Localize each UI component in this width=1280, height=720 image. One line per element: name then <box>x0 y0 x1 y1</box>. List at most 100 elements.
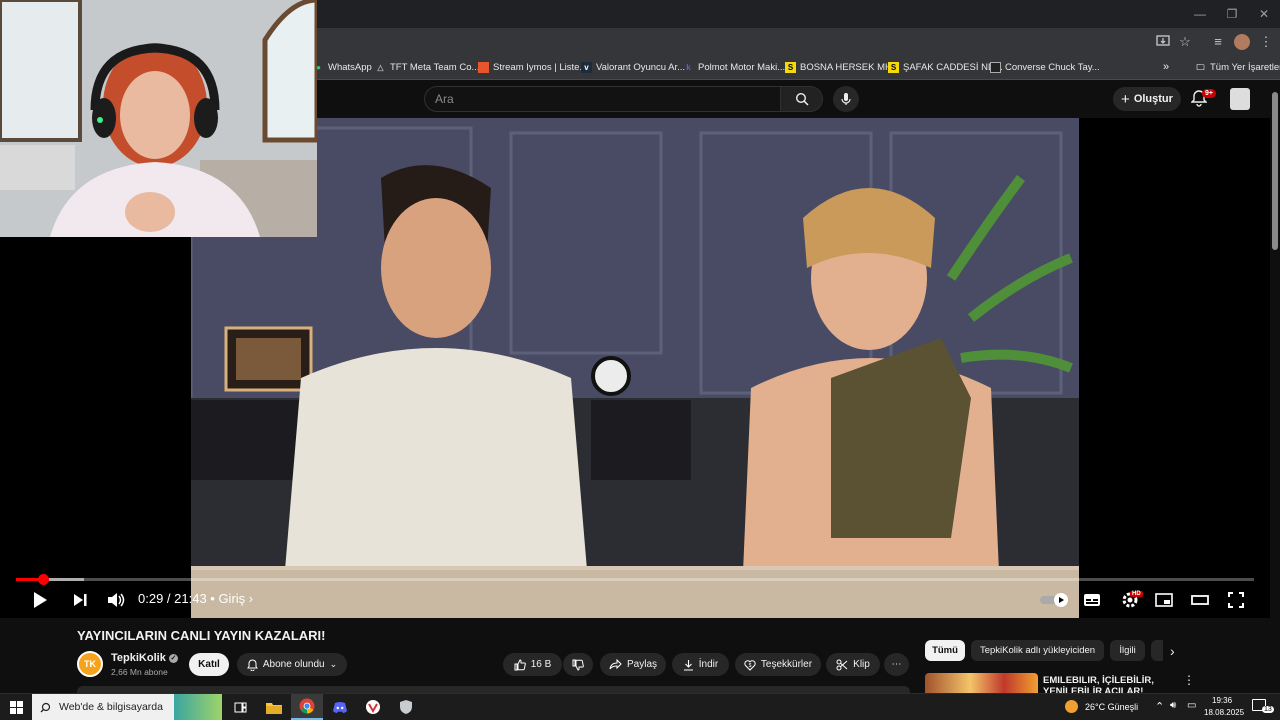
chip-related[interactable]: İlgili <box>1110 640 1145 661</box>
tray-overflow-icon[interactable]: ⌃ <box>1155 700 1164 713</box>
clock-time[interactable]: 19:36 <box>1212 696 1232 705</box>
bookmark-item[interactable]: S ŞAFAK CADDESİ ND... <box>888 60 1003 74</box>
thumbs-down-icon <box>572 659 584 671</box>
dislike-button[interactable] <box>563 653 593 676</box>
clock-date[interactable]: 18.08.2025 <box>1204 708 1244 717</box>
bell-icon <box>246 658 258 671</box>
webcam-overlay <box>0 0 317 237</box>
volume-tray-icon[interactable]: 🔊︎ <box>1170 700 1176 711</box>
volume-icon <box>108 593 125 607</box>
bookmark-star-icon[interactable]: ☆ <box>1177 34 1193 50</box>
network-tray-icon[interactable]: ▭ <box>1187 700 1196 711</box>
time-display[interactable]: 0:29 / 21:43 • Giriş › <box>138 591 253 606</box>
chevron-down-icon: ⌄ <box>329 659 338 669</box>
bookmark-item[interactable]: Converse Chuck Tay... <box>990 60 1100 74</box>
thanks-button[interactable]: $ Teşekkürler <box>735 653 821 676</box>
hd-badge: HD <box>1130 591 1143 597</box>
mic-icon <box>841 93 851 105</box>
subscriber-count: 2,66 Mn abone <box>111 667 168 677</box>
search-icon <box>795 92 809 106</box>
voice-search-button[interactable] <box>833 86 859 112</box>
subscribed-button[interactable]: Abone olundu ⌄ <box>237 653 347 676</box>
taskbar-search[interactable]: Web'de & bilgisayarda <box>32 694 222 720</box>
bookmarks-overflow-icon[interactable]: » <box>1163 60 1169 74</box>
scrollbar-thumb[interactable] <box>1272 92 1278 250</box>
share-icon <box>609 659 622 670</box>
like-button[interactable]: 16 B <box>503 653 562 676</box>
start-button[interactable] <box>0 694 32 720</box>
search-highlight-icon <box>174 694 222 720</box>
more-actions-button[interactable]: ⋯ <box>884 653 909 676</box>
download-button[interactable]: İndir <box>672 653 729 676</box>
create-button[interactable]: + Oluştur <box>1113 87 1181 111</box>
all-bookmarks[interactable]: 🗀 Tüm Yer İşaretleri <box>1195 60 1280 74</box>
file-explorer-icon[interactable] <box>258 694 290 720</box>
discord-icon[interactable] <box>324 694 356 720</box>
window-controls: — ❐ ✕ <box>1184 0 1280 28</box>
bookmark-item[interactable]: S BOSNA HERSEK MH... <box>785 60 900 74</box>
folder-icon: 🗀 <box>1196 62 1205 72</box>
autoplay-toggle[interactable] <box>1040 590 1070 610</box>
fullscreen-button[interactable] <box>1226 590 1246 610</box>
s-icon: S <box>785 61 796 73</box>
weather-text[interactable]: 26°C Güneşli <box>1085 702 1138 712</box>
share-button[interactable]: Paylaş <box>600 653 666 676</box>
clip-button[interactable]: Klip <box>826 653 880 676</box>
bookmark-item[interactable]: k Polmot Motor Maki... <box>683 60 785 74</box>
progress-track[interactable] <box>16 578 1254 581</box>
channel-name[interactable]: TepkiKolik ✓ <box>111 652 178 664</box>
windows-logo-icon <box>9 700 23 714</box>
bookmark-item[interactable]: Stream Iymos | Liste... <box>478 60 587 74</box>
task-view-icon[interactable] <box>224 694 256 720</box>
chip-from-uploader[interactable]: TepkiKolik adlı yükleyiciden <box>971 640 1104 661</box>
app-shield-icon[interactable] <box>390 694 422 720</box>
chrome-menu-icon[interactable]: ⋮ <box>1258 34 1274 50</box>
theater-mode-button[interactable] <box>1190 590 1210 610</box>
video-title: YAYINCILARIN CANLI YAYIN KAZALARI! <box>77 628 326 643</box>
fullscreen-icon <box>1228 592 1244 608</box>
bookmark-item[interactable]: ● WhatsApp <box>313 60 372 74</box>
video-scene-image <box>191 118 1079 618</box>
video-frame[interactable] <box>191 118 1079 618</box>
channel-avatar[interactable]: TK <box>77 651 103 677</box>
s-icon: S <box>888 61 899 73</box>
search-button[interactable] <box>781 86 823 112</box>
play-button[interactable] <box>30 590 50 610</box>
account-avatar[interactable] <box>1230 88 1250 110</box>
chrome-taskbar-icon[interactable] <box>291 694 323 720</box>
valorant-launcher-icon[interactable] <box>357 694 389 720</box>
search-input[interactable]: Ara <box>424 86 781 112</box>
weather-sun-icon[interactable] <box>1065 700 1078 713</box>
chevron-right-icon[interactable]: › <box>1170 643 1175 659</box>
bookmark-item[interactable]: v Valorant Oyuncu Ar... <box>581 60 685 74</box>
miniplayer-button[interactable] <box>1154 590 1174 610</box>
progress-scrubber[interactable] <box>38 574 49 585</box>
download-icon <box>683 659 693 671</box>
skip-next-icon <box>74 594 87 606</box>
close-icon[interactable]: ✕ <box>1248 0 1280 28</box>
thanks-icon: $ <box>744 659 756 671</box>
profile-avatar-icon[interactable] <box>1234 34 1250 50</box>
verified-icon: ✓ <box>168 653 178 663</box>
subtitles-button[interactable] <box>1082 590 1102 610</box>
recommendation-thumbnail[interactable] <box>925 673 1038 693</box>
bookmark-item[interactable]: △ TFT Meta Team Co... <box>375 60 479 74</box>
chip-partial[interactable] <box>1151 640 1163 661</box>
notification-badge: 9+ <box>1202 89 1216 98</box>
recommendation-menu-icon[interactable]: ⋮ <box>1183 673 1195 687</box>
volume-button[interactable] <box>105 590 127 610</box>
settings-button[interactable]: HD <box>1118 590 1143 610</box>
restore-icon[interactable]: ❐ <box>1216 0 1248 28</box>
play-icon <box>34 592 47 608</box>
k-icon: k <box>686 62 691 72</box>
next-button[interactable] <box>70 590 90 610</box>
join-button[interactable]: Katıl <box>189 653 229 676</box>
recommendation-title[interactable]: EMILEBILIR, İÇİLEBİLİR, YENİLEBİLİR AÇIL… <box>1043 675 1178 693</box>
media-control-icon[interactable]: ≡ <box>1210 34 1226 50</box>
tft-icon: △ <box>377 62 384 72</box>
chip-all[interactable]: Tümü <box>925 640 965 661</box>
autoplay-toggle-icon <box>1040 593 1068 607</box>
description-box[interactable] <box>77 686 910 693</box>
install-app-icon[interactable] <box>1155 34 1171 50</box>
minimize-icon[interactable]: — <box>1184 0 1216 28</box>
